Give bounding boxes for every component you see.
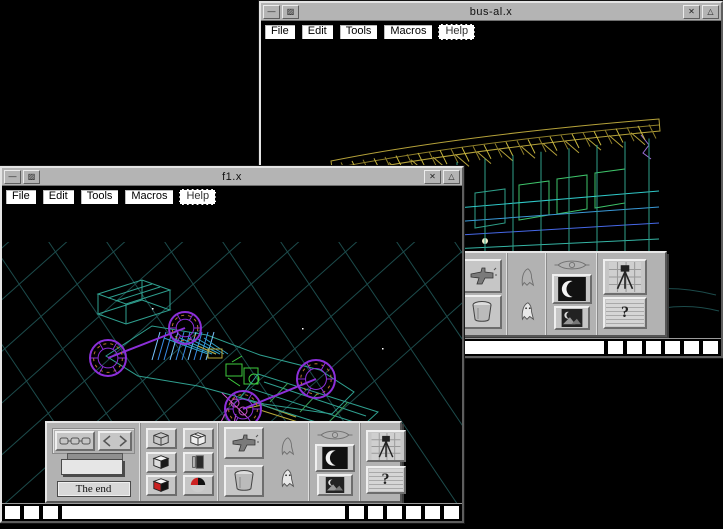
ghost-outline-icon[interactable] — [516, 264, 538, 290]
window-pin-icon[interactable]: ▨ — [282, 5, 299, 19]
window-f1: — ▨ f1.x ✕ △ File Edit Tools Macros Help — [0, 166, 464, 523]
render-scene-button[interactable] — [554, 306, 590, 330]
display-flatshade-button[interactable] — [146, 475, 177, 496]
window-menu-icon[interactable]: — — [263, 5, 280, 19]
display-hiddenline-button[interactable] — [183, 428, 214, 449]
menu-edit[interactable]: Edit — [301, 24, 334, 40]
rendered-scene-icon — [558, 309, 586, 327]
rendered-scene-icon — [321, 477, 349, 493]
wireframe-cube-icon — [149, 430, 173, 448]
ghost-icon[interactable] — [276, 465, 298, 491]
render-sphere-button[interactable] — [315, 444, 355, 472]
close-icon[interactable]: ✕ — [424, 170, 441, 184]
menu-macros[interactable]: Macros — [383, 24, 433, 40]
render-sphere-button[interactable] — [552, 274, 592, 304]
filmstrip-frame[interactable] — [406, 506, 421, 519]
menu-tools[interactable]: Tools — [339, 24, 379, 40]
window-title: f1.x — [41, 171, 423, 183]
spray-tool-button[interactable] — [224, 427, 264, 459]
eye-icon — [315, 428, 355, 442]
solid-cube-icon — [149, 453, 173, 471]
camera-view-button[interactable] — [603, 259, 647, 295]
red-sphere-icon — [186, 476, 210, 494]
filmstrip-frame[interactable] — [684, 341, 699, 354]
filmstrip-frame[interactable] — [703, 341, 718, 354]
camera-view-button[interactable] — [366, 430, 406, 462]
rendered-sphere-icon — [556, 277, 588, 301]
filmstrip-frame[interactable] — [5, 506, 20, 519]
menubar-bus: File Edit Tools Macros Help — [261, 21, 721, 43]
camera-tripod-icon — [370, 433, 402, 460]
menu-file[interactable]: File — [5, 189, 37, 205]
display-slab-button[interactable] — [183, 452, 214, 473]
menubar-f1: File Edit Tools Macros Help — [2, 186, 462, 208]
question-mark-icon: ? — [369, 469, 403, 491]
menu-edit[interactable]: Edit — [42, 189, 75, 205]
question-mark-icon: ? — [606, 300, 644, 326]
titlebar-f1[interactable]: — ▨ f1.x ✕ △ — [2, 168, 462, 186]
eye-icon — [552, 258, 592, 272]
display-solid-button[interactable] — [146, 452, 177, 473]
menu-tools[interactable]: Tools — [80, 189, 120, 205]
tool-palette-f1: The end — [45, 421, 402, 503]
spray-icon — [467, 264, 497, 288]
bucket-icon — [231, 469, 257, 493]
filmstrip-frame[interactable] — [24, 506, 39, 519]
display-wireframe-button[interactable] — [146, 428, 177, 449]
desktop: — ▨ bus-al.x ✕ △ File Edit Tools Macros … — [0, 0, 723, 529]
camera-tripod-icon — [608, 262, 642, 292]
filmstrip-frame[interactable] — [349, 506, 364, 519]
filmstrip-frame[interactable] — [608, 341, 623, 354]
hiddenline-cube-icon — [186, 430, 210, 448]
spray-tool-button[interactable] — [462, 259, 502, 293]
filmstrip-frame[interactable] — [368, 506, 383, 519]
titlebar-bus[interactable]: — ▨ bus-al.x ✕ △ — [261, 3, 721, 21]
filmstrip-frame[interactable] — [387, 506, 402, 519]
menu-help[interactable]: Help — [179, 189, 216, 205]
viewport-f1[interactable]: The end — [2, 208, 462, 503]
window-pin-icon[interactable]: ▨ — [23, 170, 40, 184]
display-smoothshade-button[interactable] — [183, 475, 214, 496]
left-right-arrows-icon — [101, 434, 129, 448]
filmstrip-bar[interactable] — [62, 506, 345, 519]
help-button[interactable]: ? — [366, 466, 406, 494]
filmstrip-frame[interactable] — [646, 341, 661, 354]
red-cube-icon — [149, 476, 173, 494]
filmstrip-frame[interactable] — [425, 506, 440, 519]
menu-help[interactable]: Help — [438, 24, 475, 40]
spray-icon — [229, 431, 259, 455]
rendered-sphere-icon — [319, 447, 351, 469]
maximize-icon[interactable]: △ — [702, 5, 719, 19]
render-scene-button[interactable] — [317, 474, 353, 496]
dark-slab-icon — [186, 453, 210, 471]
validate-slab-button[interactable] — [61, 457, 127, 479]
ghost-icon[interactable] — [516, 298, 538, 324]
filmstrip-f1 — [2, 503, 462, 521]
maximize-icon[interactable]: △ — [443, 170, 460, 184]
the-end-button[interactable]: The end — [57, 481, 131, 497]
ghost-outline-icon[interactable] — [276, 433, 298, 459]
filmstrip-frame[interactable] — [665, 341, 680, 354]
bucket-icon — [469, 300, 495, 324]
window-title: bus-al.x — [300, 6, 682, 18]
bucket-tool-button[interactable] — [462, 295, 502, 329]
filmstrip-frame[interactable] — [627, 341, 642, 354]
tool-palette-bus: ? — [455, 251, 667, 337]
window-menu-icon[interactable]: — — [4, 170, 21, 184]
help-button[interactable]: ? — [603, 297, 647, 329]
filmstrip-frame[interactable] — [43, 506, 58, 519]
filmstrip-frame[interactable] — [444, 506, 459, 519]
close-icon[interactable]: ✕ — [683, 5, 700, 19]
history-chain-button[interactable] — [55, 431, 95, 451]
chain-icon — [58, 434, 92, 448]
bucket-tool-button[interactable] — [224, 465, 264, 497]
menu-macros[interactable]: Macros — [124, 189, 174, 205]
prev-next-button[interactable] — [98, 431, 132, 451]
slab-face — [61, 459, 123, 475]
menu-file[interactable]: File — [264, 24, 296, 40]
